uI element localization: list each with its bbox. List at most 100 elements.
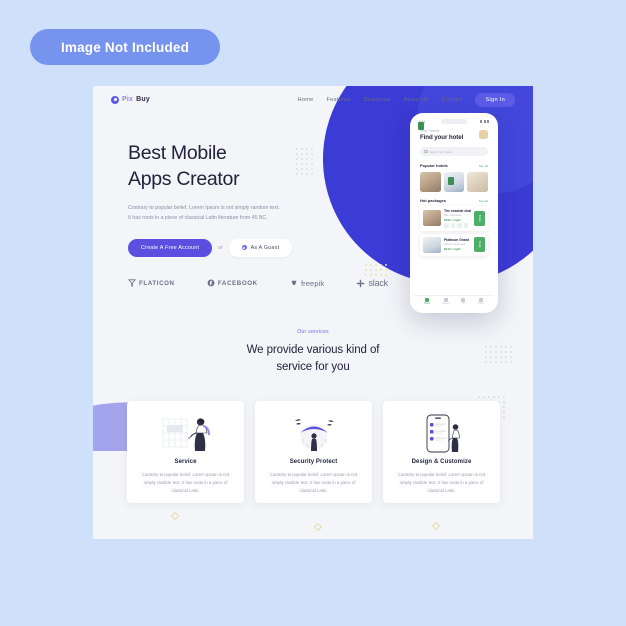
freepik-icon: [291, 280, 297, 286]
package-row[interactable]: The seaside chalet Bali, Indonesia $180 …: [420, 206, 488, 231]
slack-icon: [357, 279, 365, 287]
gold-diamond-decoration: [313, 522, 323, 532]
guest-user-icon: [241, 245, 247, 251]
hotel-thumbnail[interactable]: [443, 172, 465, 192]
package-price: $180 / night: [444, 217, 461, 222]
popular-hotels-see-all-link[interactable]: See all: [479, 164, 488, 168]
nav-item-contact[interactable]: Contact: [441, 97, 462, 103]
woman-with-chart-illustration: [137, 411, 234, 457]
avatar[interactable]: [479, 130, 488, 139]
service-card-desc: Contrary to popular belief, Lorem Ipsum …: [397, 472, 486, 494]
hero-section: Best Mobile Apps Creator Contrary to pop…: [128, 141, 318, 257]
service-card-title: Service: [174, 459, 197, 466]
brand-freepik-label: freepik: [301, 278, 325, 288]
search-icon: [424, 149, 428, 154]
nav-item-download[interactable]: Download: [364, 97, 391, 103]
nav-item-features[interactable]: Features: [326, 97, 350, 103]
package-row[interactable]: Platinum Grand Jakarta, Indonesia $210 /…: [420, 233, 488, 256]
package-location: Jakarta, Indonesia: [444, 242, 466, 246]
landing-page-canvas: Pix Buy Home Features Download About Us …: [93, 86, 533, 539]
phone-tab-profile[interactable]: Profile: [477, 298, 484, 305]
service-card[interactable]: Service Contrary to popular belief, Lore…: [127, 401, 244, 503]
nav-item-about-us[interactable]: About Us: [403, 97, 428, 103]
services-kicker: Our services: [297, 329, 329, 335]
service-card[interactable]: Design & Customize Contrary to popular b…: [383, 401, 500, 503]
umbrella-protection-illustration: [265, 411, 362, 457]
package-name: Platinum Grand: [444, 238, 470, 243]
brand-slack-label: slack: [368, 278, 388, 288]
phone-design-illustration: [393, 411, 490, 457]
hero-title: Best Mobile Apps Creator: [128, 141, 318, 192]
hotel-thumbnail[interactable]: [467, 172, 489, 192]
phone-mockup: 9:41 Hello Traveler Find your hotel Sear…: [410, 113, 498, 313]
package-name: The seaside chalet: [444, 209, 471, 213]
phone-content: Hello Traveler Find your hotel Search fo…: [414, 126, 494, 295]
popular-hotels-thumbnails: [420, 172, 489, 192]
hero-title-line-1: Best Mobile: [128, 142, 227, 164]
package-amenity-icons: [444, 223, 471, 228]
services-title: We provide various kind of service for y…: [93, 342, 533, 375]
service-card-title: Security Protect: [289, 459, 338, 466]
phone-screen: 9:41 Hello Traveler Find your hotel Sear…: [414, 117, 494, 309]
flaticon-icon: [128, 279, 136, 287]
sign-in-button[interactable]: Sign In: [475, 92, 515, 107]
brand-facebook: FACEBOOK: [207, 279, 258, 287]
phone-tab-label: Home: [424, 303, 431, 305]
service-card-desc: Contrary to popular belief, Lorem Ipsum …: [269, 472, 358, 494]
package-thumbnail: [423, 210, 441, 227]
brand-logos-row: FLATICON FACEBOOK freepik slack: [128, 278, 388, 288]
phone-tab-label: Search: [442, 303, 450, 305]
phone-heading: Find your hotel: [420, 134, 464, 141]
hero-paragraph: Contrary to popular belief, Lorem Ipsum …: [128, 205, 280, 222]
popular-hotels-title: Popular hotels: [420, 163, 448, 168]
service-card-desc: Contrary to popular belief, Lorem Ipsum …: [141, 472, 230, 494]
pixbuy-logo-icon: [111, 95, 119, 104]
services-header: Our services We provide various kind of …: [93, 329, 533, 375]
phone-tab-home[interactable]: Home: [424, 298, 430, 305]
nav-links: Home Features Download About Us Contact …: [298, 92, 515, 107]
hot-packages-see-all-link[interactable]: See all: [479, 199, 488, 203]
as-a-guest-button[interactable]: As A Guest: [228, 238, 293, 257]
brand-flaticon: FLATICON: [128, 279, 175, 287]
phone-status-bar: 9:41: [414, 117, 494, 126]
status-bar-icons: [480, 120, 489, 123]
service-card-title: Design & Customize: [411, 459, 472, 466]
navbar: Pix Buy Home Features Download About Us …: [93, 86, 533, 113]
package-info: The seaside chalet Bali, Indonesia $180 …: [444, 209, 471, 228]
package-location: Bali, Indonesia: [444, 213, 462, 217]
hot-packages-header: Hot packages See all: [420, 198, 488, 203]
phone-notch: [441, 118, 467, 124]
create-free-account-button[interactable]: Create A Free Account: [128, 238, 213, 257]
phone-search-placeholder: Search for hotels: [429, 149, 453, 154]
facebook-icon: [207, 279, 215, 287]
profile-icon: [478, 298, 483, 302]
service-card[interactable]: Security Protect Contrary to popular bel…: [255, 401, 372, 503]
package-book-button[interactable]: Book: [474, 210, 485, 226]
phone-greeting: Hello Traveler: [420, 129, 440, 133]
phone-tab-label: Profile: [477, 303, 484, 305]
brand-facebook-label: FACEBOOK: [217, 279, 258, 287]
hero-cta-group: Create A Free Account or As A Guest: [128, 238, 318, 257]
phone-tab-search[interactable]: Search: [442, 298, 449, 305]
phone-tab-label: Trip: [461, 303, 466, 305]
hero-title-line-2: Apps Creator: [128, 167, 240, 190]
nav-item-home[interactable]: Home: [298, 97, 314, 103]
hotel-thumbnail[interactable]: [420, 172, 441, 192]
as-a-guest-label: As A Guest: [250, 244, 280, 251]
package-price: $210 / night: [444, 246, 461, 251]
or-separator-label: or: [218, 244, 223, 251]
brand-flaticon-label: FLATICON: [139, 279, 175, 287]
phone-search-input[interactable]: Search for hotels: [420, 147, 488, 156]
brand-freepik: freepik: [290, 279, 324, 288]
logo-text-first: Pix: [122, 96, 134, 103]
package-info: Platinum Grand Jakarta, Indonesia $210 /…: [444, 238, 471, 251]
phone-tab-trip[interactable]: Trip: [461, 298, 466, 305]
services-title-line-1: We provide various kind of: [246, 344, 380, 356]
gold-dot-grid-decoration: [365, 264, 387, 276]
phone-tab-bar: Home Search Trip Profile: [414, 295, 494, 309]
hot-packages-title: Hot packages: [420, 198, 447, 203]
gold-diamond-decoration: [431, 521, 441, 531]
package-book-button[interactable]: Book: [474, 237, 485, 252]
service-cards: Service Contrary to popular belief, Lore…: [127, 401, 501, 503]
brand-logo[interactable]: Pix Buy: [111, 95, 150, 104]
